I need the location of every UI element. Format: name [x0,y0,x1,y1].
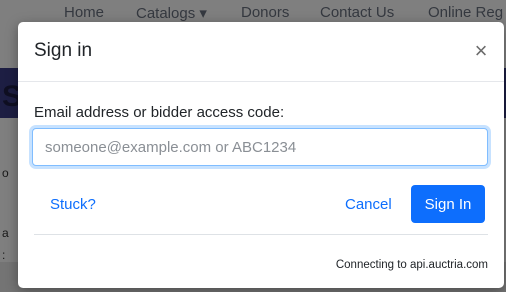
close-icon: × [474,38,488,63]
dialog-title: Sign in [34,40,93,61]
stuck-link[interactable]: Stuck? [50,196,96,213]
close-button[interactable]: × [470,40,492,62]
dialog-header: Sign in × [18,22,504,82]
footer-divider [34,234,488,235]
sign-in-button[interactable]: Sign In [411,185,485,223]
email-field[interactable] [32,128,488,166]
connection-status: Connecting to api.auctria.com [335,259,488,271]
email-label: Email address or bidder access code: [34,104,285,121]
sign-in-dialog: Sign in × Email address or bidder access… [18,22,504,288]
cancel-button[interactable]: Cancel [345,196,392,213]
